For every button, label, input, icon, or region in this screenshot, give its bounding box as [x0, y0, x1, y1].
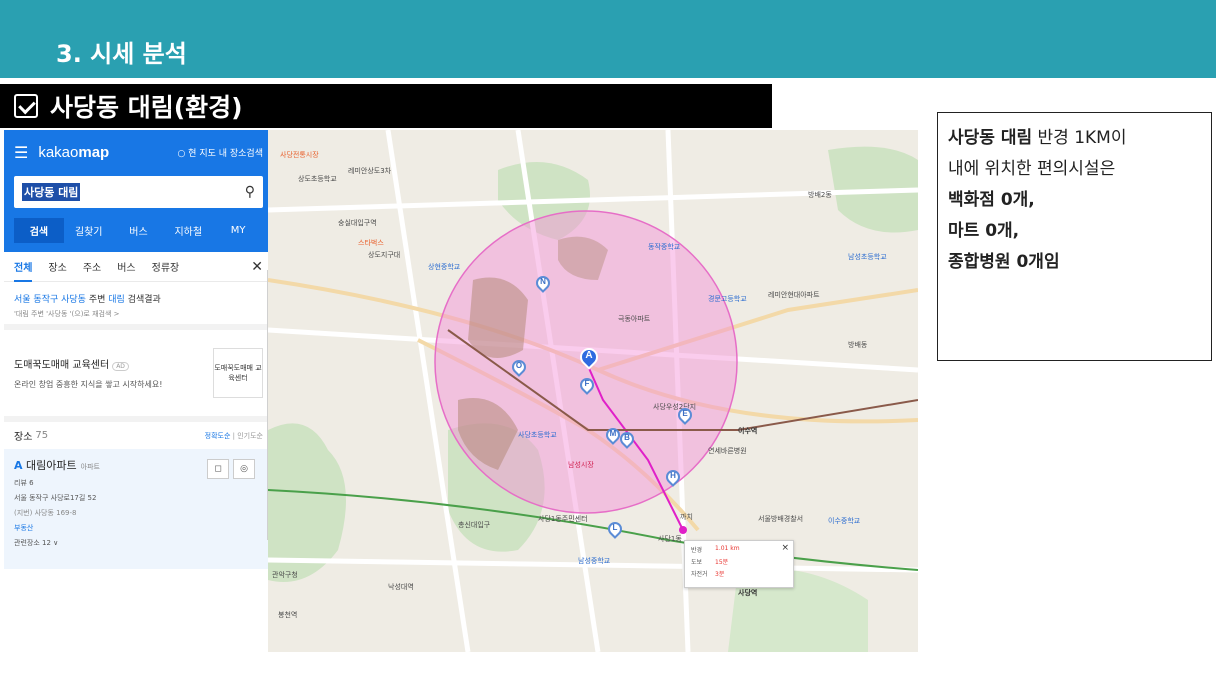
tab-search[interactable]: 검색 — [14, 218, 64, 243]
map-label: 상도초등학교 — [298, 175, 337, 183]
list-item[interactable]: A 대림아파트 아파트 리뷰 6 서울 동작구 사당로17길 52 (지번) 사당… — [4, 449, 273, 569]
header-band: 3. 시세 분석 — [0, 0, 1216, 78]
search-value: 사당동 대림 — [22, 183, 81, 201]
map-view[interactable]: 사당전통시장 상도초등학교 레미안상도3차 숭실대입구역 스타벅스 상도지구대 … — [268, 130, 918, 652]
distance-popup: × 반경 1.01 km 도보 15분 자전거 3분 — [684, 540, 794, 588]
map-label: 관악구청 — [272, 571, 298, 579]
map-pin[interactable]: M — [603, 425, 623, 446]
sort-popularity[interactable]: 인기도순 — [237, 432, 263, 440]
research-link[interactable]: '대림 주변 '사당동 '(으)로 재검색 > — [14, 309, 263, 319]
map-label: 레미안현대아파트 — [768, 291, 820, 299]
main-tabs: 검색 길찾기 버스 지하철 MY — [14, 218, 263, 243]
map-pin[interactable]: F — [577, 375, 597, 396]
map-label: 이수중학교 — [828, 517, 861, 525]
map-label: 레미안상도3차 — [348, 167, 392, 175]
search-input[interactable]: 사당동 대림 ⚲ — [14, 176, 263, 208]
cat-stop[interactable]: 정류장 — [152, 259, 180, 274]
bookmark-icon[interactable]: ◻ — [207, 459, 229, 479]
realestate-link[interactable]: 부동산 — [14, 523, 263, 533]
tab-directions[interactable]: 길찾기 — [64, 218, 114, 243]
subtitle: 사당동 대림(환경) — [50, 93, 243, 122]
ad-description: 온라인 창업 중흥한 지식을 쌓고 시작하세요! — [14, 380, 163, 389]
map-label: 경문고등학교 — [708, 295, 747, 303]
cat-place[interactable]: 장소 — [48, 259, 66, 274]
checkbox-icon — [14, 94, 38, 118]
map-label: 남성중학교 — [578, 557, 611, 565]
map-pin[interactable]: E — [675, 405, 695, 426]
subtitle-bar: 사당동 대림(환경) — [0, 84, 772, 128]
related-places[interactable]: 관련장소 12 ∨ — [14, 538, 263, 548]
cat-bus[interactable]: 버스 — [117, 259, 135, 274]
ad-logo: 도매꾹도매매 교육센터 — [213, 348, 263, 398]
close-icon[interactable]: × — [781, 543, 789, 553]
ad-title: 도매꾹도매매 교육센터 — [14, 360, 110, 371]
map-pin[interactable]: H — [663, 467, 683, 488]
cat-address[interactable]: 주소 — [83, 259, 101, 274]
category-tabs: 전체 장소 주소 버스 정류장 ✕ — [4, 252, 273, 282]
map-label: 남성초등학교 — [848, 253, 887, 261]
map-label: 남성시장 — [568, 461, 594, 469]
kakao-logo: kakaomap — [38, 143, 110, 161]
map-label: 총신대입구 — [458, 521, 491, 529]
map-label: 극동아파트 — [618, 315, 651, 323]
map-label: 동작중학교 — [648, 243, 681, 251]
map-label: 사당역 — [738, 589, 758, 597]
tab-my[interactable]: MY — [213, 220, 263, 241]
section-title: 3. 시세 분석 — [56, 40, 187, 68]
cat-all[interactable]: 전체 — [14, 259, 33, 282]
map-pin[interactable]: L — [605, 519, 625, 540]
map-label: 사당초등학교 — [518, 431, 557, 439]
search-icon[interactable]: ⚲ — [245, 184, 255, 200]
info-place: 사당동 대림 — [948, 128, 1033, 148]
search-result-summary: 서울 동작구 사당동 주변 대림 검색결과 '대림 주변 '사당동 '(으)로 … — [4, 282, 273, 330]
kakao-map-sidebar: ☰ kakaomap ○ 현 지도 내 장소검색 사당동 대림 ⚲ 검색 길찾기… — [4, 130, 274, 575]
map-label: 상현중학교 — [428, 263, 461, 271]
map-label: 방배동 — [848, 341, 868, 349]
map-label: 이수역 — [738, 427, 758, 435]
here-search-button[interactable]: ○ 현 지도 내 장소검색 — [177, 146, 263, 159]
tab-bus[interactable]: 버스 — [114, 218, 164, 243]
map-label: 사당전통시장 — [280, 151, 319, 159]
map-label: 상도지구대 — [368, 251, 401, 259]
close-icon[interactable]: ✕ — [251, 259, 263, 275]
map-label: 낙성대역 — [388, 583, 414, 591]
map-label: 서울방배경찰서 — [758, 515, 804, 523]
map-label: 사당1동주민센터 — [538, 515, 588, 523]
places-header: 장소 75 정확도순 | 인기도순 — [14, 430, 263, 443]
map-pin-selected[interactable]: A — [576, 344, 602, 370]
sort-accuracy[interactable]: 정확도순 — [205, 432, 231, 440]
map-pin[interactable]: B — [617, 429, 637, 450]
hamburger-menu-icon[interactable]: ☰ — [14, 143, 28, 162]
ad-banner[interactable]: 도매꾹도매매 교육센터 AD 온라인 창업 중흥한 지식을 쌓고 시작하세요! 도… — [4, 330, 273, 422]
place-name[interactable]: 대림아파트 — [26, 459, 77, 472]
location-icon[interactable]: ◎ — [233, 459, 255, 479]
info-box: 사당동 대림 반경 1KM이 내에 위치한 편의시설은 백화점 0개, 마트 0… — [937, 112, 1212, 361]
sidebar-header: ☰ kakaomap ○ 현 지도 내 장소검색 사당동 대림 ⚲ 검색 길찾기… — [4, 130, 273, 252]
tab-subway[interactable]: 지하철 — [163, 218, 213, 243]
map-label: 숭실대입구역 — [338, 219, 377, 227]
map-pin[interactable]: N — [533, 273, 553, 294]
map-label: 스타벅스 — [358, 239, 384, 247]
map-pin[interactable]: O — [509, 357, 529, 378]
map-label: 까치 — [680, 513, 693, 521]
map-label: 사당1동 — [658, 535, 682, 543]
map-label: 연세바른병원 — [708, 447, 747, 455]
map-label: 봉천역 — [278, 611, 298, 619]
map-label: 방배2동 — [808, 191, 832, 199]
ad-badge: AD — [112, 362, 129, 371]
